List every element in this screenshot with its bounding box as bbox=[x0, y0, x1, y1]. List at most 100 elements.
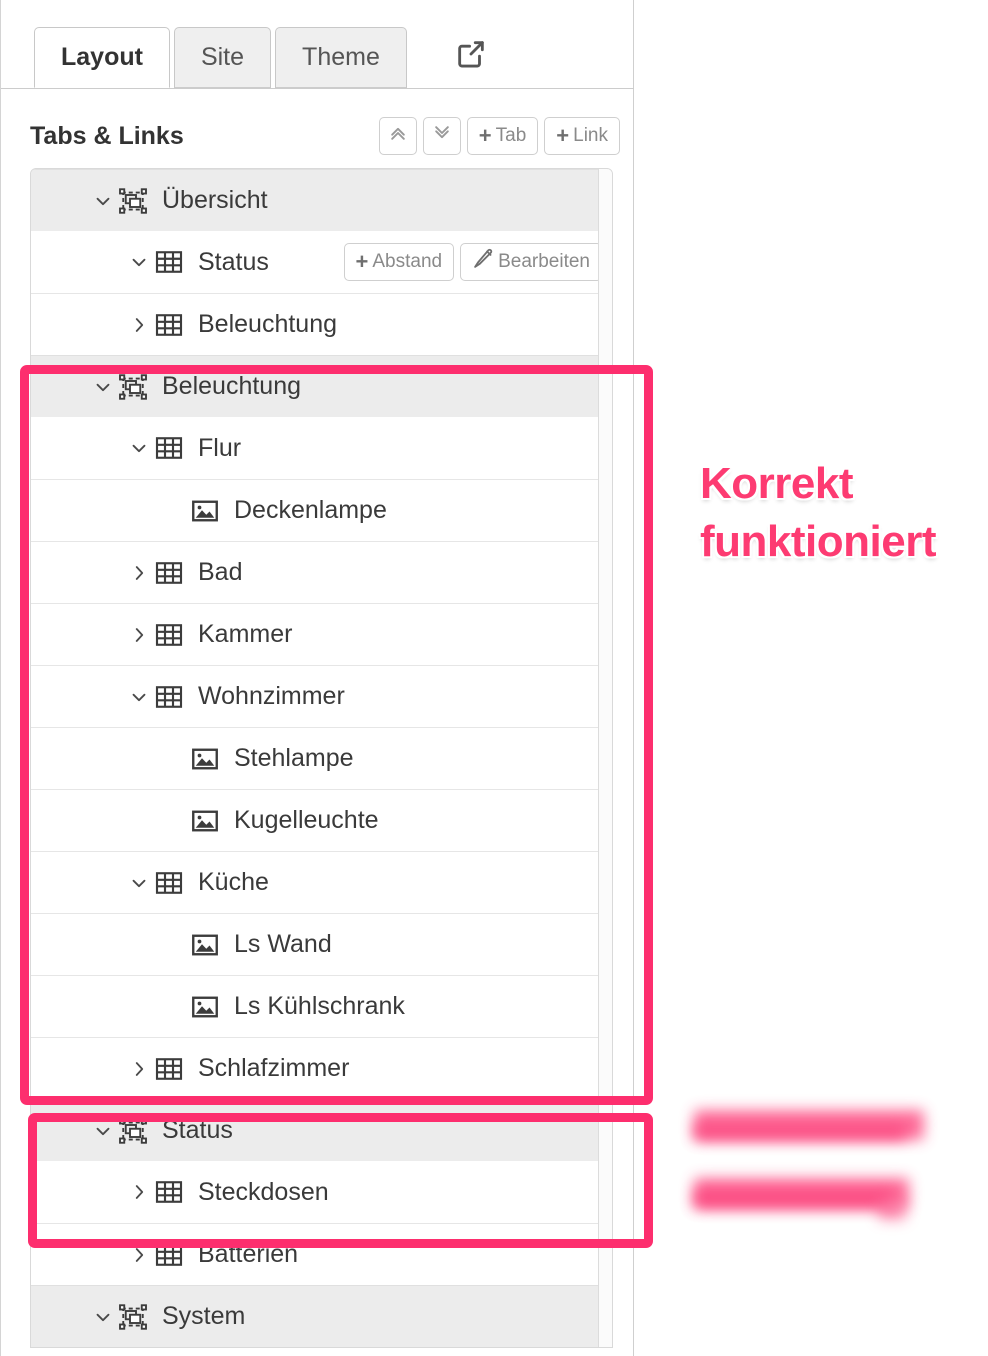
table-icon bbox=[152, 433, 186, 463]
annotation-text: Korrekt funktioniert bbox=[700, 459, 936, 567]
edit-label: Bearbeiten bbox=[498, 251, 590, 272]
tree-row-label: System bbox=[162, 1302, 246, 1330]
tree-row-label: Ls Wand bbox=[234, 930, 332, 958]
table-icon bbox=[152, 247, 186, 277]
redacted-annotation bbox=[680, 1098, 942, 1246]
tree-row[interactable]: Übersicht bbox=[31, 169, 612, 231]
tree-row-label: Schlafzimmer bbox=[198, 1054, 350, 1082]
tab-theme-label: Theme bbox=[302, 43, 380, 71]
tree-row[interactable]: Beleuchtung bbox=[31, 293, 612, 355]
tree-row-label: Ls Kühlschrank bbox=[234, 992, 405, 1020]
tree-row-label: Kugelleuchte bbox=[234, 806, 379, 834]
chevron-down-icon[interactable] bbox=[90, 1306, 116, 1328]
pencil-icon bbox=[472, 248, 494, 276]
edit-button[interactable]: Bearbeiten bbox=[460, 243, 602, 281]
add-spacing-button[interactable]: + Abstand bbox=[343, 243, 455, 281]
tree-row[interactable]: Kammer bbox=[31, 603, 612, 665]
tree-row[interactable]: Bad bbox=[31, 541, 612, 603]
chevron-right-icon[interactable] bbox=[126, 624, 152, 646]
add-tab-label: Tab bbox=[495, 125, 527, 146]
add-spacing-label: Abstand bbox=[372, 251, 443, 272]
tree-row-label: Wohnzimmer bbox=[198, 682, 345, 710]
tab-layout-label: Layout bbox=[61, 43, 143, 71]
image-icon bbox=[188, 806, 222, 836]
tree-row[interactable]: Ls Wand bbox=[31, 913, 612, 975]
tree-row-label: Status bbox=[198, 247, 269, 276]
chevron-down-icon[interactable] bbox=[126, 251, 152, 273]
chevron-right-icon[interactable] bbox=[126, 1058, 152, 1080]
tree-row[interactable]: Wohnzimmer bbox=[31, 665, 612, 727]
table-icon bbox=[152, 868, 186, 898]
chevron-down-icon[interactable] bbox=[90, 190, 116, 212]
tree-row-label: Beleuchtung bbox=[162, 372, 302, 400]
section-header: Tabs & Links + Tab + Link bbox=[1, 110, 634, 162]
chevron-right-icon[interactable] bbox=[126, 1244, 152, 1266]
tree-row[interactable]: Batterien bbox=[31, 1223, 612, 1285]
image-icon bbox=[188, 496, 222, 526]
chevron-right-icon[interactable] bbox=[126, 562, 152, 584]
add-tab-button[interactable]: + Tab bbox=[466, 117, 539, 155]
chevron-double-up-icon bbox=[388, 123, 408, 149]
tree-row-label: Deckenlampe bbox=[234, 496, 387, 524]
tree-row-label: Beleuchtung bbox=[198, 310, 338, 338]
chevron-down-icon[interactable] bbox=[126, 437, 152, 459]
expand-all-button[interactable] bbox=[422, 117, 461, 155]
add-link-label: Link bbox=[573, 125, 608, 146]
tree-row[interactable]: System bbox=[31, 1285, 612, 1347]
page-title: Tabs & Links bbox=[30, 121, 184, 150]
table-icon bbox=[152, 558, 186, 588]
tree-row[interactable]: Stehlampe bbox=[31, 727, 612, 789]
chevron-down-icon[interactable] bbox=[126, 872, 152, 894]
tree-row-label: Status bbox=[162, 1116, 233, 1144]
tree-row-label: Stehlampe bbox=[234, 744, 354, 772]
table-icon bbox=[152, 310, 186, 340]
tree-row-label: Übersicht bbox=[162, 186, 268, 214]
tree-scrollbar[interactable] bbox=[598, 169, 612, 1347]
tree-row[interactable]: Kugelleuchte bbox=[31, 789, 612, 851]
app-window: Layout Site Theme Tabs & Links + Tab + L… bbox=[0, 0, 988, 1356]
tab-group-icon bbox=[116, 186, 150, 216]
chevron-right-icon[interactable] bbox=[126, 1181, 152, 1203]
tab-group-icon bbox=[116, 1116, 150, 1146]
image-icon bbox=[188, 992, 222, 1022]
tree-row[interactable]: Deckenlampe bbox=[31, 479, 612, 541]
tree-row[interactable]: Steckdosen bbox=[31, 1161, 612, 1223]
editor-tabbar: Layout Site Theme bbox=[1, 27, 634, 89]
tree-row-label: Kammer bbox=[198, 620, 293, 648]
chevron-down-icon[interactable] bbox=[90, 1120, 116, 1142]
chevron-right-icon[interactable] bbox=[126, 314, 152, 336]
tree-row[interactable]: Ls Kühlschrank bbox=[31, 975, 612, 1037]
chevron-down-icon[interactable] bbox=[126, 686, 152, 708]
chevron-down-icon[interactable] bbox=[90, 376, 116, 398]
tree-row-label: Bad bbox=[198, 558, 243, 586]
table-icon bbox=[152, 620, 186, 650]
add-link-button[interactable]: + Link bbox=[544, 117, 620, 155]
tab-site-label: Site bbox=[200, 43, 245, 71]
tree-row[interactable]: Küche bbox=[31, 851, 612, 913]
image-icon bbox=[188, 930, 222, 960]
tab-theme[interactable]: Theme bbox=[275, 27, 407, 88]
table-icon bbox=[152, 1177, 186, 1207]
tree-row-label: Flur bbox=[198, 433, 242, 462]
tree-row[interactable]: Schlafzimmer bbox=[31, 1037, 612, 1099]
table-icon bbox=[152, 682, 186, 712]
layout-editor-panel: Layout Site Theme Tabs & Links + Tab + L… bbox=[0, 0, 634, 1356]
tree-row-label: Küche bbox=[198, 868, 269, 896]
redacted-line bbox=[694, 1190, 894, 1208]
tree-row[interactable]: Status bbox=[31, 1099, 612, 1161]
redacted-line bbox=[694, 1124, 906, 1140]
plus-icon: + bbox=[478, 123, 492, 148]
plus-icon: + bbox=[355, 249, 369, 274]
tree-row[interactable]: Status + Abstand Bearbeiten bbox=[31, 231, 612, 293]
tree-row[interactable]: Beleuchtung bbox=[31, 355, 612, 417]
layout-tree: Übersicht Status + Abstand Bearbeiten Beleuch… bbox=[30, 168, 613, 1348]
external-link-icon[interactable] bbox=[451, 34, 491, 74]
tab-site[interactable]: Site bbox=[173, 27, 272, 88]
image-icon bbox=[188, 744, 222, 774]
collapse-all-button[interactable] bbox=[378, 117, 417, 155]
tree-row-label: Batterien bbox=[198, 1240, 299, 1268]
tab-layout[interactable]: Layout bbox=[34, 27, 170, 88]
tree-row[interactable]: Flur bbox=[31, 417, 612, 479]
tree-row-label: Steckdosen bbox=[198, 1177, 329, 1206]
table-icon bbox=[152, 1240, 186, 1270]
